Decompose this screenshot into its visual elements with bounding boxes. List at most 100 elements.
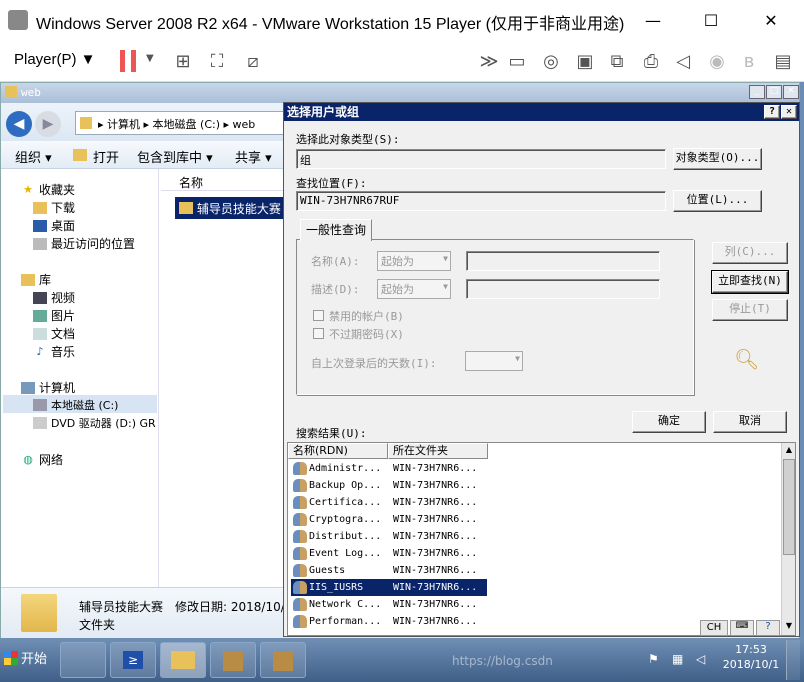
search-magnifier-icon: 🔍︎ [734,347,760,371]
forward-icon[interactable]: ▶ [35,111,61,137]
floppy-icon[interactable]: ▣ [572,48,598,74]
result-row[interactable]: Event Log... WIN-73H7NR6... [291,545,791,562]
sound-icon[interactable]: ◁ [670,48,696,74]
result-row[interactable]: Distribut... WIN-73H7NR6... [291,528,791,545]
nav-music[interactable]: ♪ 音乐 [33,343,75,360]
nav-documents[interactable]: 文档 [33,325,75,342]
start-button[interactable]: 开始 [4,648,47,667]
flag-icon[interactable]: ⚑ [648,652,659,666]
language-indicator[interactable]: CH [700,620,728,636]
maximize-button[interactable]: ☐ [682,0,740,40]
nav-local-disk[interactable]: 本地磁盘 (C:) [33,397,118,413]
disabled-accounts-checkbox[interactable] [313,310,324,321]
result-row[interactable]: Guests WIN-73H7NR6... [291,562,791,579]
guest-maximize-button[interactable]: □ [766,85,782,99]
close-button[interactable]: ✕ [742,0,800,40]
send-keys-icon[interactable]: ≫ [476,48,502,74]
minimize-button[interactable]: — [624,0,682,40]
result-row[interactable]: Cryptogra... WIN-73H7NR6... [291,511,791,528]
name-input[interactable] [466,251,660,271]
send-ctrl-alt-del-icon[interactable]: ⊞ [170,48,196,74]
nav-dvd-drive[interactable]: DVD 驱动器 (D:) GR [33,415,157,431]
cd-icon[interactable]: ◎ [538,48,564,74]
breadcrumb-computer[interactable]: 计算机 [107,118,140,131]
printer-icon[interactable]: ⎙ [638,48,664,74]
network-icon[interactable]: ⧉ [604,48,630,74]
powershell-icon[interactable]: ≥ [110,642,156,678]
nav-computer[interactable]: 计算机 [21,379,75,396]
pause-icon[interactable] [120,50,136,72]
unity-icon[interactable]: ⧄ [240,48,266,74]
results-scrollbar[interactable]: ▲ ▼ [781,443,795,635]
guest-close-button[interactable]: ✕ [783,85,799,99]
column-header-rdn[interactable]: 名称(RDN) [288,443,388,459]
name-mode-select[interactable]: 起始为 [377,251,451,271]
result-row[interactable]: Backup Op... WIN-73H7NR6... [291,477,791,494]
description-mode-select[interactable]: 起始为 [377,279,451,299]
clock-date: 2018/10/1 [722,658,780,671]
columns-button[interactable]: 列(C)... [712,242,788,264]
stop-button[interactable]: 停止(T) [712,299,788,321]
include-in-library-menu[interactable]: 包含到库中 ▾ [137,147,213,166]
file-item-selected[interactable]: 辅导员技能大赛 [175,197,285,219]
description-input[interactable] [466,279,660,299]
result-row[interactable]: Network C... WIN-73H7NR6... [291,596,791,613]
message-log-icon[interactable]: ▤ [770,48,796,74]
scroll-down-icon[interactable]: ▼ [782,619,796,633]
fullscreen-icon[interactable]: ⛶ [204,48,230,74]
open-button[interactable]: 打开 [93,147,119,166]
scroll-up-icon[interactable]: ▲ [782,443,796,457]
share-menu[interactable]: 共享 ▾ [235,147,272,166]
pause-dropdown-icon[interactable]: ▼ [146,53,154,64]
nav-favorites[interactable]: ★ 收藏夹 [21,181,75,198]
ok-button[interactable]: 确定 [632,411,706,433]
clock[interactable]: 17:53 2018/10/1 [722,642,780,672]
camera-icon[interactable]: ◉ [704,48,730,74]
breadcrumb-drive[interactable]: 本地磁盘 (C:) [153,118,220,131]
server-manager-icon[interactable] [60,642,106,678]
app-taskbar-icon-2[interactable] [260,642,306,678]
find-now-button[interactable]: 立即查找(N) [711,270,789,294]
dialog-close-button[interactable]: ✕ [781,105,797,119]
nav-pictures[interactable]: 图片 [33,307,75,324]
result-name: Performan... [309,616,382,627]
volume-tray-icon[interactable]: ◁ [696,652,705,666]
help-circle-icon[interactable]: ? [756,620,780,636]
player-menu[interactable]: Player(P) ▼ [14,51,96,68]
nav-network[interactable]: ◍ 网络 [21,451,63,468]
network-tray-icon[interactable]: ▦ [672,652,683,666]
nav-libraries[interactable]: 库 [21,271,51,288]
object-types-button[interactable]: 对象类型(O)... [673,148,762,170]
bluetooth-icon[interactable]: ʙ [736,48,762,74]
organize-menu[interactable]: 组织 ▾ [15,147,52,166]
nav-videos[interactable]: 视频 [33,289,75,306]
folder-icon [179,202,193,214]
explorer-taskbar-icon[interactable] [160,642,206,678]
days-since-login-select[interactable] [465,351,523,371]
keyboard-icon[interactable]: ⌨ [730,620,754,636]
address-field[interactable]: ▸ 计算机 ▸ 本地磁盘 (C:) ▸ web [75,111,285,135]
tab-common-queries[interactable]: 一般性查询 [300,219,372,241]
nav-recent[interactable]: 最近访问的位置 [33,235,135,252]
breadcrumb-web[interactable]: web [233,118,256,131]
help-button[interactable]: ? [764,105,780,119]
details-modified: 修改日期: 2018/10/ [175,600,285,614]
nav-downloads[interactable]: 下载 [33,199,75,216]
result-row[interactable]: IIS_IUSRS WIN-73H7NR6... [291,579,487,596]
result-name: Administr... [309,463,382,474]
show-desktop-button[interactable] [786,640,800,680]
column-header-name[interactable]: 名称 [161,169,285,191]
locations-button[interactable]: 位置(L)... [673,190,762,212]
dialog-title: 选择用户或组 [284,103,799,121]
back-icon[interactable]: ◀ [6,111,32,137]
result-row[interactable]: Administr... WIN-73H7NR6... [291,460,791,477]
app-taskbar-icon-1[interactable] [210,642,256,678]
nonexpiring-password-checkbox[interactable] [313,328,324,339]
nav-desktop[interactable]: 桌面 [33,217,75,234]
hdd-icon[interactable]: ▭ [504,48,530,74]
column-header-folder[interactable]: 所在文件夹 [388,443,488,459]
result-row[interactable]: Certifica... WIN-73H7NR6... [291,494,791,511]
cancel-button[interactable]: 取消 [713,411,787,433]
guest-minimize-button[interactable]: _ [749,85,765,99]
scroll-thumb[interactable] [783,459,795,555]
